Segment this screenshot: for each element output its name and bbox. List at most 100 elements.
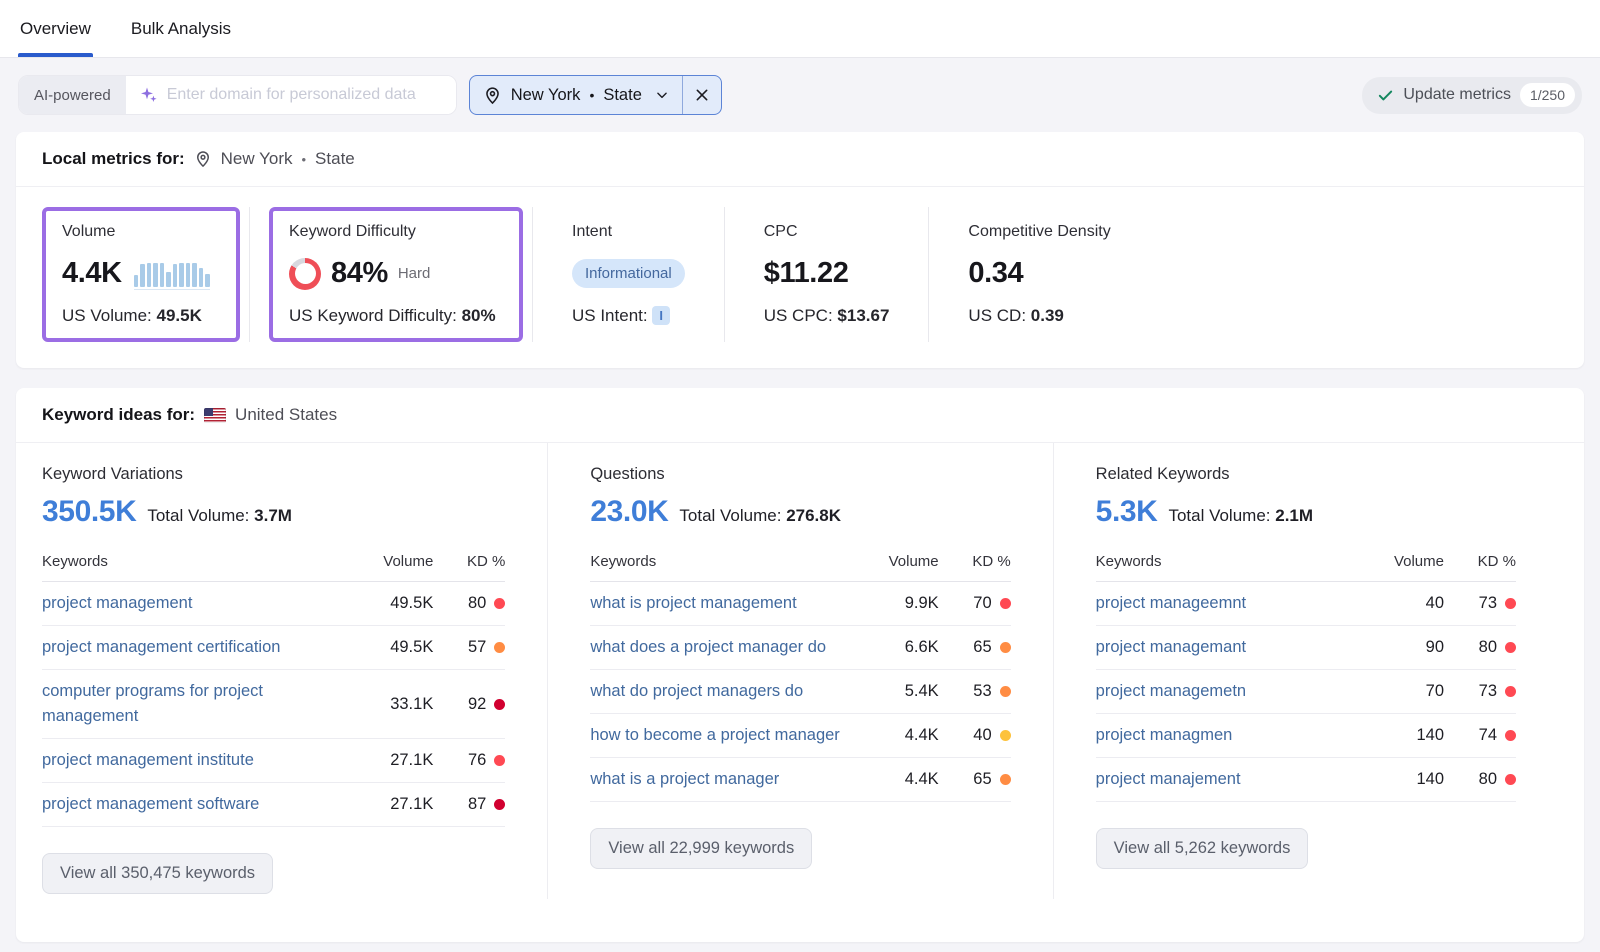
competitive-density-metric: Competitive Density 0.34 US CD: 0.39 [938, 207, 1140, 342]
kd-column-header: KD % [1444, 553, 1516, 570]
kd-value: 87 [468, 795, 486, 814]
keyword-link[interactable]: project manageemnt [1096, 591, 1370, 616]
view-all-questions-button[interactable]: View all 22,999 keywords [590, 828, 812, 869]
location-type: State [603, 86, 642, 105]
table-row: project managemant 90 80 [1096, 626, 1516, 670]
kd-value: 40 [973, 726, 991, 745]
keyword-volume: 5.4K [865, 682, 939, 701]
location-separator: • [589, 87, 594, 103]
volume-value: 4.4K [62, 257, 122, 290]
kd-value: 80 [1479, 770, 1497, 789]
keyword-link[interactable]: project managmen [1096, 723, 1370, 748]
metrics-row: Volume 4.4K US Volume: 49.5K Keyword Dif… [16, 187, 1584, 368]
kd-value: 80 [468, 594, 486, 613]
keyword-link[interactable]: what does a project manager do [590, 635, 864, 660]
update-metrics-button[interactable]: Update metrics 1/250 [1362, 77, 1582, 114]
keyword-volume: 70 [1370, 682, 1444, 701]
cpc-label: CPC [764, 223, 890, 241]
table-row: what do project managers do 5.4K 53 [590, 670, 1010, 714]
table-row: how to become a project manager 4.4K 40 [590, 714, 1010, 758]
table-row: project management 49.5K 80 [42, 582, 505, 626]
table-row: project manajement 140 80 [1096, 758, 1516, 802]
intent-metric: Intent Informational US Intent: I [542, 207, 715, 342]
us-intent-badge: I [652, 306, 670, 325]
section-total-volume: Total Volume: 276.8K [679, 506, 841, 526]
check-icon [1377, 87, 1394, 104]
keyword-link[interactable]: project manajement [1096, 767, 1370, 792]
keyword-link[interactable]: project management software [42, 792, 359, 817]
kd-dot [1505, 730, 1516, 741]
kd-value: 80 [1479, 638, 1497, 657]
kd-dot [1000, 642, 1011, 653]
keyword-volume: 27.1K [359, 795, 433, 814]
tab-overview[interactable]: Overview [18, 0, 93, 57]
keyword-ideas-columns: Keyword Variations 350.5K Total Volume: … [16, 443, 1584, 924]
kd-donut-gauge [289, 258, 321, 290]
section-total-volume: Total Volume: 3.7M [147, 506, 292, 526]
keyword-volume: 9.9K [865, 594, 939, 613]
view-all-related-keywords-button[interactable]: View all 5,262 keywords [1096, 828, 1309, 869]
keyword-link[interactable]: project management [42, 591, 359, 616]
section-count: 23.0K [590, 495, 668, 529]
keyword-link[interactable]: what is project management [590, 591, 864, 616]
kd-dot [1505, 642, 1516, 653]
view-all-keyword-variations-button[interactable]: View all 350,475 keywords [42, 853, 273, 894]
us-cpc: US CPC: $13.67 [764, 306, 890, 326]
local-metrics-card: Local metrics for: New York • State Volu… [16, 132, 1584, 368]
volume-column-header: Volume [1370, 553, 1444, 570]
update-metrics-count: 1/250 [1520, 83, 1575, 107]
kd-column-header: KD % [939, 553, 1011, 570]
table-row: what does a project manager do 6.6K 65 [590, 626, 1010, 670]
keyword-link[interactable]: what do project managers do [590, 679, 864, 704]
section-count: 350.5K [42, 495, 136, 529]
kd-value: 76 [468, 751, 486, 770]
cd-label: Competitive Density [968, 223, 1110, 241]
section-title: Keyword Variations [42, 465, 505, 484]
table-row: project management software 27.1K 87 [42, 783, 505, 827]
kd-dot [1505, 686, 1516, 697]
keywords-column-header: Keywords [590, 553, 864, 570]
location-dropdown[interactable]: New York • State [470, 76, 682, 114]
keyword-link[interactable]: what is a project manager [590, 767, 864, 792]
location-pin-icon [194, 150, 212, 168]
kd-dot [494, 642, 505, 653]
tab-bulk-analysis[interactable]: Bulk Analysis [129, 0, 233, 57]
kd-dot [1000, 774, 1011, 785]
keyword-variations-section: Keyword Variations 350.5K Total Volume: … [42, 443, 547, 924]
location-name: New York [511, 86, 581, 105]
keyword-link[interactable]: project management institute [42, 748, 359, 773]
local-metrics-location: New York • State [194, 149, 355, 169]
table-row: project manageemnt 40 73 [1096, 582, 1516, 626]
volume-trend-chart [134, 260, 210, 290]
kd-value: 73 [1479, 594, 1497, 613]
keyword-link[interactable]: project management certification [42, 635, 359, 660]
intent-badge: Informational [572, 259, 685, 288]
chevron-down-icon [655, 88, 669, 102]
top-tab-bar: Overview Bulk Analysis [0, 0, 1600, 58]
keyword-link[interactable]: computer programs for project management [42, 679, 359, 729]
keywords-table: Keywords Volume KD % project manageemnt … [1096, 553, 1516, 802]
keyword-link[interactable]: how to become a project manager [590, 723, 864, 748]
keywords-column-header: Keywords [1096, 553, 1370, 570]
keyword-volume: 90 [1370, 638, 1444, 657]
kd-dot [1000, 686, 1011, 697]
related-keywords-section: Related Keywords 5.3K Total Volume: 2.1M… [1053, 443, 1558, 899]
ai-powered-label: AI-powered [19, 76, 126, 114]
kd-dot [1505, 598, 1516, 609]
volume-label: Volume [62, 223, 220, 241]
keyword-volume: 4.4K [865, 726, 939, 745]
domain-input-wrap [126, 76, 456, 114]
kd-value: 92 [468, 695, 486, 714]
clear-location-button[interactable] [683, 76, 721, 114]
kd-value: 57 [468, 638, 486, 657]
volume-column-header: Volume [359, 553, 433, 570]
keywords-table: Keywords Volume KD % what is project man… [590, 553, 1010, 802]
domain-input[interactable] [167, 86, 442, 104]
keyword-link[interactable]: project managemant [1096, 635, 1370, 660]
kd-dot [494, 755, 505, 766]
location-pin-icon [483, 86, 502, 105]
local-metrics-title: Local metrics for: [42, 149, 185, 169]
us-intent: US Intent: I [572, 306, 685, 326]
keyword-volume: 140 [1370, 770, 1444, 789]
keyword-link[interactable]: project managemetn [1096, 679, 1370, 704]
